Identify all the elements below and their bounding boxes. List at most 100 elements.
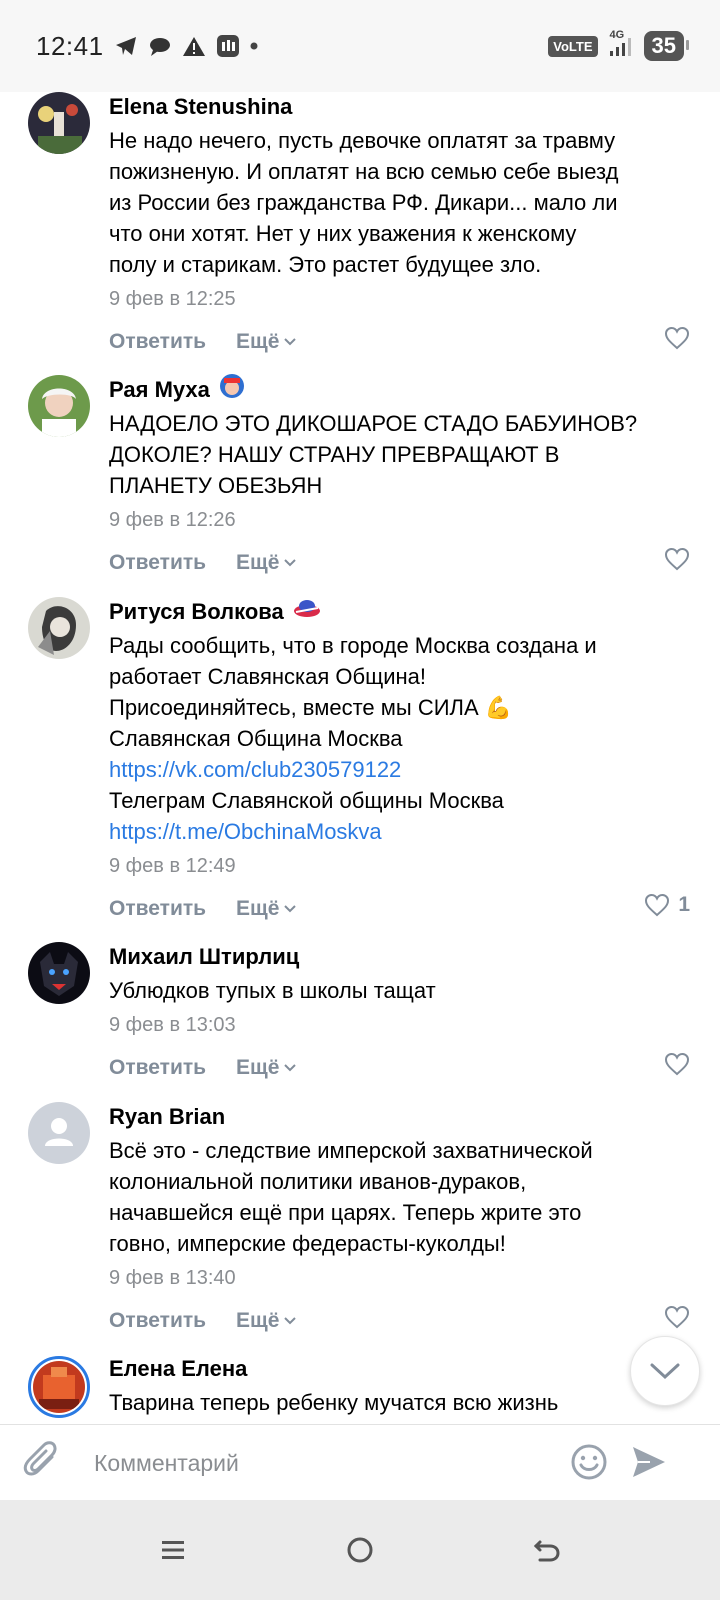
back-button[interactable] [517, 1520, 577, 1580]
comment-text: Не надо нечего, пусть девочке оплатят за… [109, 125, 690, 280]
comment-actions: Ответить Ещё [109, 543, 690, 583]
telegram-icon [114, 35, 138, 57]
author-name[interactable]: Рая Муха [109, 375, 210, 405]
network-label: 4G [609, 29, 625, 41]
like-button[interactable] [664, 547, 690, 571]
avatar[interactable] [28, 1356, 90, 1418]
reply-button[interactable]: Ответить [109, 1309, 206, 1333]
text-line: Не надо нечего, пусть девочке оплатят за… [109, 128, 616, 153]
more-button[interactable]: Ещё [236, 897, 297, 921]
comment-actions: Ответить Ещё [109, 1301, 690, 1341]
text-line: ПЛАНЕТУ ОБЕЗЬЯН [109, 473, 323, 498]
text-line: полу и старикам. Это растет будущее зло. [109, 252, 542, 277]
text-line: Славянская Община Москва [109, 726, 403, 751]
avatar[interactable] [28, 597, 90, 659]
reply-button[interactable]: Ответить [109, 330, 206, 354]
comment-text: Ублюдков тупых в школы тащат [109, 975, 690, 1006]
status-emoji-icon [292, 596, 322, 628]
author-name[interactable]: Михаил Штирлиц [109, 942, 299, 972]
comment-author[interactable]: Ryan Brian [109, 1102, 690, 1132]
text-line: пожизненую. И оплатят на всю семью себе … [109, 159, 619, 184]
chevron-down-icon [284, 559, 297, 567]
comment-author[interactable]: Елена Елена [109, 1354, 690, 1384]
back-icon [533, 1540, 560, 1562]
scroll-down-button[interactable] [630, 1336, 700, 1406]
text-line: НАДОЕЛО ЭТО ДИКОШАРОЕ СТАДО БАБУИНОВ? [109, 411, 638, 436]
more-button[interactable]: Ещё [236, 330, 297, 354]
comment-body: Михаил Штирлиц Ублюдков тупых в школы та… [109, 942, 690, 1088]
comment-input[interactable] [92, 1439, 556, 1487]
comment-author[interactable]: Ритуся Волкова [109, 597, 690, 627]
text-line: Телеграм Славянской общины Москва [109, 788, 504, 813]
comment-body: Ритуся Волкова Рады сообщить, что в горо… [109, 597, 690, 929]
author-name[interactable]: Ритуся Волкова [109, 597, 284, 627]
avatar[interactable] [28, 942, 90, 1004]
club-link[interactable]: https://vk.com/club230579122 [109, 754, 690, 785]
like-count: 1 [678, 893, 690, 916]
app-icon [216, 34, 240, 58]
comment-author[interactable]: Рая Муха [109, 372, 690, 408]
author-name[interactable]: Elena Stenushina [109, 92, 292, 122]
author-name[interactable]: Ryan Brian [109, 1102, 225, 1132]
avatar[interactable] [28, 92, 90, 154]
text-line: Присоединяйтесь, вместе мы СИЛА 💪 [109, 695, 513, 720]
avatar[interactable] [28, 375, 90, 437]
home-button[interactable] [330, 1520, 390, 1580]
like-button[interactable] [664, 326, 690, 350]
comment-author[interactable]: Михаил Штирлиц [109, 942, 690, 972]
status-bar: 12:41 VoLTE 4G 35 [0, 0, 720, 92]
reply-button[interactable]: Ответить [109, 897, 206, 921]
warning-icon [182, 35, 206, 57]
text-line: говно, имперские федерасты-куколды! [109, 1231, 506, 1256]
comment-text: Тварина теперь ребенку мучатся всю жизнь [109, 1387, 690, 1418]
signal-icon: 4G [608, 29, 634, 57]
more-button[interactable]: Ещё [236, 1056, 297, 1080]
reply-button[interactable]: Ответить [109, 551, 206, 575]
status-emoji-icon [218, 372, 246, 408]
comment-actions: Ответить Ещё 1 [109, 889, 690, 929]
comment-date: 9 фев в 12:49 [109, 855, 236, 877]
chevron-down-icon [284, 338, 297, 346]
comment-body: Elena Stenushina Не надо нечего, пусть д… [109, 92, 690, 362]
like-button[interactable] [664, 1052, 690, 1076]
send-button[interactable] [630, 1443, 668, 1486]
status-left: 12:41 [36, 31, 258, 62]
paperclip-icon [23, 1441, 57, 1476]
avatar[interactable] [28, 1102, 90, 1164]
attach-button[interactable] [22, 1441, 62, 1490]
comment-date: 9 фев в 12:26 [109, 509, 236, 531]
comment-text: НАДОЕЛО ЭТО ДИКОШАРОЕ СТАДО БАБУИНОВ? ДО… [109, 408, 690, 501]
emoji-button[interactable] [570, 1443, 608, 1486]
status-right: VoLTE 4G 35 [548, 29, 690, 61]
chevron-down-icon [284, 1317, 297, 1325]
heart-icon [664, 547, 690, 571]
text-line: Тварина теперь ребенку мучатся всю жизнь [109, 1390, 559, 1415]
comments-feed[interactable]: Elena Stenushina Не надо нечего, пусть д… [0, 92, 720, 1452]
comment-date: 9 фев в 13:40 [109, 1267, 236, 1289]
like-button[interactable]: 1 [644, 893, 690, 917]
text-line: работает Славянская Община! [109, 664, 427, 689]
more-label: Ещё [236, 1056, 280, 1079]
comment-author[interactable]: Elena Stenushina [109, 92, 690, 122]
heart-icon [645, 893, 670, 917]
chevron-down-icon [284, 905, 297, 913]
heart-icon [664, 1305, 690, 1329]
comment-body: Елена Елена Тварина теперь ребенку мучат… [109, 1354, 690, 1418]
text-line: ДОКОЛЕ? НАШУ СТРАНУ ПРЕВРАЩАЮТ В [109, 442, 560, 467]
more-label: Ещё [236, 897, 280, 920]
text-line: начавшейся ещё при царях. Теперь жрите э… [109, 1200, 582, 1225]
more-label: Ещё [236, 551, 280, 574]
text-line: колониальной политики иванов-дураков, [109, 1169, 527, 1194]
like-button[interactable] [664, 1305, 690, 1329]
comment-body: Ryan Brian Всё это - следствие имперской… [109, 1102, 690, 1341]
reply-button[interactable]: Ответить [109, 1056, 206, 1080]
author-name[interactable]: Елена Елена [109, 1354, 247, 1384]
telegram-link[interactable]: https://t.me/ObchinaMoskva [109, 816, 690, 847]
more-button[interactable]: Ещё [236, 1309, 297, 1333]
comment-date: 9 фев в 12:25 [109, 288, 236, 310]
recents-button[interactable] [143, 1520, 203, 1580]
more-button[interactable]: Ещё [236, 551, 297, 575]
comment-body: Рая Муха НАДОЕЛО ЭТО ДИКОШАРОЕ СТАДО БАБ… [109, 372, 690, 583]
text-line: Всё это - следствие имперской захватниче… [109, 1138, 593, 1163]
text-line: из России без гражданства РФ. Дикари... … [109, 190, 618, 215]
